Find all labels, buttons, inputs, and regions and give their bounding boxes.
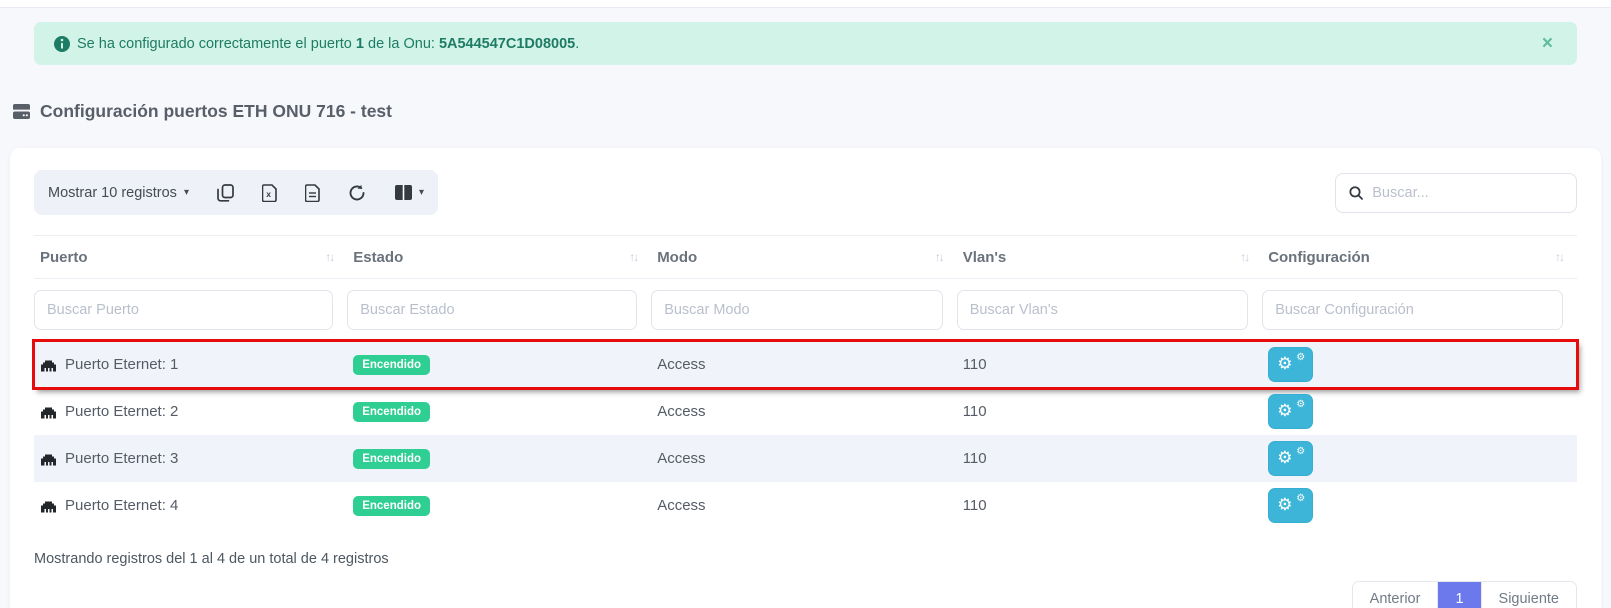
table-filter-row xyxy=(34,279,1577,341)
cogs-icon: ⚙ xyxy=(1277,402,1292,419)
search-input[interactable] xyxy=(1372,185,1563,201)
status-badge: Encendido xyxy=(353,449,430,469)
export-excel-button[interactable]: x xyxy=(262,184,277,202)
alert-message: Se ha configurado correctamente el puert… xyxy=(77,36,579,52)
table-row[interactable]: Puerto Eternet: 1 Encendido Access 110 ⚙… xyxy=(34,341,1577,388)
chevron-down-icon: ▾ xyxy=(419,188,424,198)
cogs-icon: ⚙ xyxy=(1296,447,1305,457)
refresh-button[interactable] xyxy=(348,184,366,202)
pagination-previous-button[interactable]: Anterior xyxy=(1353,582,1438,608)
filter-modo-input[interactable] xyxy=(651,290,943,330)
page-title-text: Configuración puertos ETH ONU 716 - test xyxy=(40,101,392,122)
ethernet-icon xyxy=(40,358,57,372)
success-alert: Se ha configurado correctamente el puert… xyxy=(34,22,1577,65)
configure-port-button[interactable]: ⚙ ⚙ xyxy=(1268,347,1313,382)
column-header-label: Configuración xyxy=(1268,249,1370,266)
alert-port-number: 1 xyxy=(356,36,364,52)
column-visibility-button[interactable]: ▾ xyxy=(394,184,424,201)
sort-icon[interactable]: ↑↓ xyxy=(629,250,637,264)
cogs-icon: ⚙ xyxy=(1277,496,1292,513)
alert-close-icon[interactable]: × xyxy=(1538,34,1557,53)
mode-value: Access xyxy=(651,356,957,373)
file-text-icon xyxy=(305,184,320,202)
search-icon xyxy=(1349,185,1363,201)
ethernet-icon xyxy=(40,499,57,513)
filter-estado-input[interactable] xyxy=(347,290,637,330)
svg-text:x: x xyxy=(266,189,271,199)
cogs-icon: ⚙ xyxy=(1296,400,1305,410)
table-row[interactable]: Puerto Eternet: 2 Encendido Access 110 ⚙… xyxy=(34,388,1577,435)
ports-table-card: Mostrar 10 registros ▾ x xyxy=(10,148,1601,608)
column-header-estado[interactable]: Estado ↑↓ xyxy=(347,249,651,266)
status-badge: Encendido xyxy=(353,402,430,422)
column-header-label: Vlan's xyxy=(963,249,1007,266)
pagination: Anterior 1 Siguiente xyxy=(1352,581,1577,608)
ethernet-icon xyxy=(40,452,57,466)
pagination-page-1-button[interactable]: 1 xyxy=(1437,582,1480,608)
copy-button[interactable] xyxy=(217,184,234,202)
show-entries-dropdown[interactable]: Mostrar 10 registros ▾ xyxy=(48,185,189,201)
column-header-configuracion[interactable]: Configuración ↑↓ xyxy=(1262,249,1577,266)
copy-icon xyxy=(217,184,234,202)
filter-configuracion-input[interactable] xyxy=(1262,290,1563,330)
cogs-icon: ⚙ xyxy=(1277,355,1292,372)
vlan-value: 110 xyxy=(957,403,1263,420)
configure-port-button[interactable]: ⚙ ⚙ xyxy=(1268,394,1313,429)
hdd-icon xyxy=(12,103,31,120)
file-excel-icon: x xyxy=(262,184,277,202)
column-header-modo[interactable]: Modo ↑↓ xyxy=(651,249,957,266)
sort-icon[interactable]: ↑↓ xyxy=(1240,250,1248,264)
filter-puerto-input[interactable] xyxy=(34,290,333,330)
status-badge: Encendido xyxy=(353,496,430,516)
columns-icon xyxy=(394,184,413,201)
chevron-down-icon: ▾ xyxy=(184,188,189,198)
ports-table: Puerto ↑↓ Estado ↑↓ Modo ↑↓ Vlan's ↑↓ Co… xyxy=(34,235,1577,529)
top-navbar-edge xyxy=(0,0,1611,8)
table-search xyxy=(1335,173,1577,213)
cogs-icon: ⚙ xyxy=(1296,353,1305,363)
column-header-label: Modo xyxy=(657,249,697,266)
refresh-icon xyxy=(348,184,366,202)
port-label: Puerto Eternet: 4 xyxy=(65,497,178,514)
column-header-label: Puerto xyxy=(40,249,88,266)
table-header-row: Puerto ↑↓ Estado ↑↓ Modo ↑↓ Vlan's ↑↓ Co… xyxy=(34,235,1577,279)
export-file-button[interactable] xyxy=(305,184,320,202)
info-circle-icon xyxy=(54,36,70,52)
table-row[interactable]: Puerto Eternet: 3 Encendido Access 110 ⚙… xyxy=(34,435,1577,482)
mode-value: Access xyxy=(651,450,957,467)
pagination-next-button[interactable]: Siguiente xyxy=(1481,582,1576,608)
sort-icon[interactable]: ↑↓ xyxy=(1555,250,1563,264)
filter-vlans-input[interactable] xyxy=(957,290,1249,330)
toolbar-button-group: Mostrar 10 registros ▾ x xyxy=(34,170,438,215)
table-toolbar: Mostrar 10 registros ▾ x xyxy=(34,170,1577,215)
page-title: Configuración puertos ETH ONU 716 - test xyxy=(12,101,1611,122)
status-badge: Encendido xyxy=(353,355,430,375)
port-label: Puerto Eternet: 3 xyxy=(65,450,178,467)
show-entries-label: Mostrar 10 registros xyxy=(48,185,177,201)
alert-onu-id: 5A544547C1D08005 xyxy=(439,36,575,52)
port-label: Puerto Eternet: 2 xyxy=(65,403,178,420)
mode-value: Access xyxy=(651,403,957,420)
table-row[interactable]: Puerto Eternet: 4 Encendido Access 110 ⚙… xyxy=(34,482,1577,529)
vlan-value: 110 xyxy=(957,356,1263,373)
ethernet-icon xyxy=(40,405,57,419)
vlan-value: 110 xyxy=(957,450,1263,467)
sort-icon[interactable]: ↑↓ xyxy=(935,250,943,264)
vlan-value: 110 xyxy=(957,497,1263,514)
configure-port-button[interactable]: ⚙ ⚙ xyxy=(1268,488,1313,523)
column-header-label: Estado xyxy=(353,249,403,266)
sort-icon[interactable]: ↑↓ xyxy=(325,250,333,264)
port-label: Puerto Eternet: 1 xyxy=(65,356,178,373)
cogs-icon: ⚙ xyxy=(1277,449,1292,466)
table-info-text: Mostrando registros del 1 al 4 de un tot… xyxy=(34,551,1577,567)
column-header-vlans[interactable]: Vlan's ↑↓ xyxy=(957,249,1263,266)
mode-value: Access xyxy=(651,497,957,514)
cogs-icon: ⚙ xyxy=(1296,494,1305,504)
pagination-container: Anterior 1 Siguiente xyxy=(34,581,1577,608)
configure-port-button[interactable]: ⚙ ⚙ xyxy=(1268,441,1313,476)
column-header-puerto[interactable]: Puerto ↑↓ xyxy=(34,249,347,266)
